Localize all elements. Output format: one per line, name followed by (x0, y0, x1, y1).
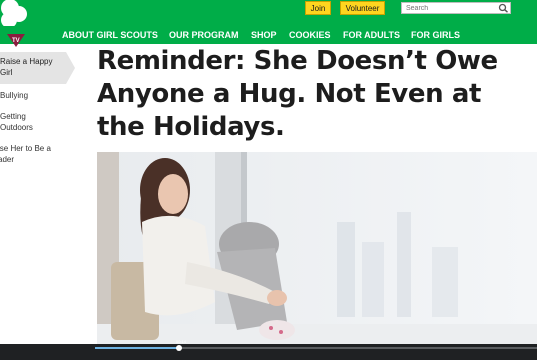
nav-for-girls[interactable]: FOR GIRLS (411, 26, 460, 44)
search-input[interactable] (401, 2, 511, 14)
video-progress-fill (95, 347, 179, 349)
video-time-tooltip: 00:14 (176, 339, 187, 344)
nav-our-program[interactable]: OUR PROGRAM (169, 26, 239, 44)
search-icon[interactable] (498, 3, 509, 13)
volunteer-button[interactable]: Volunteer (340, 1, 385, 15)
article-headline: Reminder: She Doesn’t Owe Anyone a Hug. … (97, 46, 498, 142)
join-button[interactable]: Join (305, 1, 331, 15)
nav-about-girl-scouts[interactable]: ABOUT GIRL SCOUTS (62, 26, 158, 44)
nav-shop[interactable]: SHOP (251, 26, 277, 44)
girl-scouts-tv-logo: TV (7, 34, 25, 47)
sidebar-item-raise-her-to-be-a-leader[interactable]: ise Her to Be a ader (0, 143, 64, 165)
sidebar-active-label: Raise a Happy Girl (0, 57, 53, 77)
nav-cookies[interactable]: COOKIES (289, 26, 331, 44)
nav-for-adults[interactable]: FOR ADULTS (343, 26, 400, 44)
sidebar-item-getting-outdoors[interactable]: Getting Outdoors (0, 111, 46, 133)
sidebar-item-raise-a-happy-girl[interactable]: Raise a Happy Girl (0, 52, 75, 84)
video-scrubber-handle[interactable] (175, 345, 182, 351)
sidebar-item-bullying[interactable]: Bullying (0, 90, 60, 101)
tv-logo-text: TV (12, 38, 20, 44)
article-photo (97, 152, 537, 346)
